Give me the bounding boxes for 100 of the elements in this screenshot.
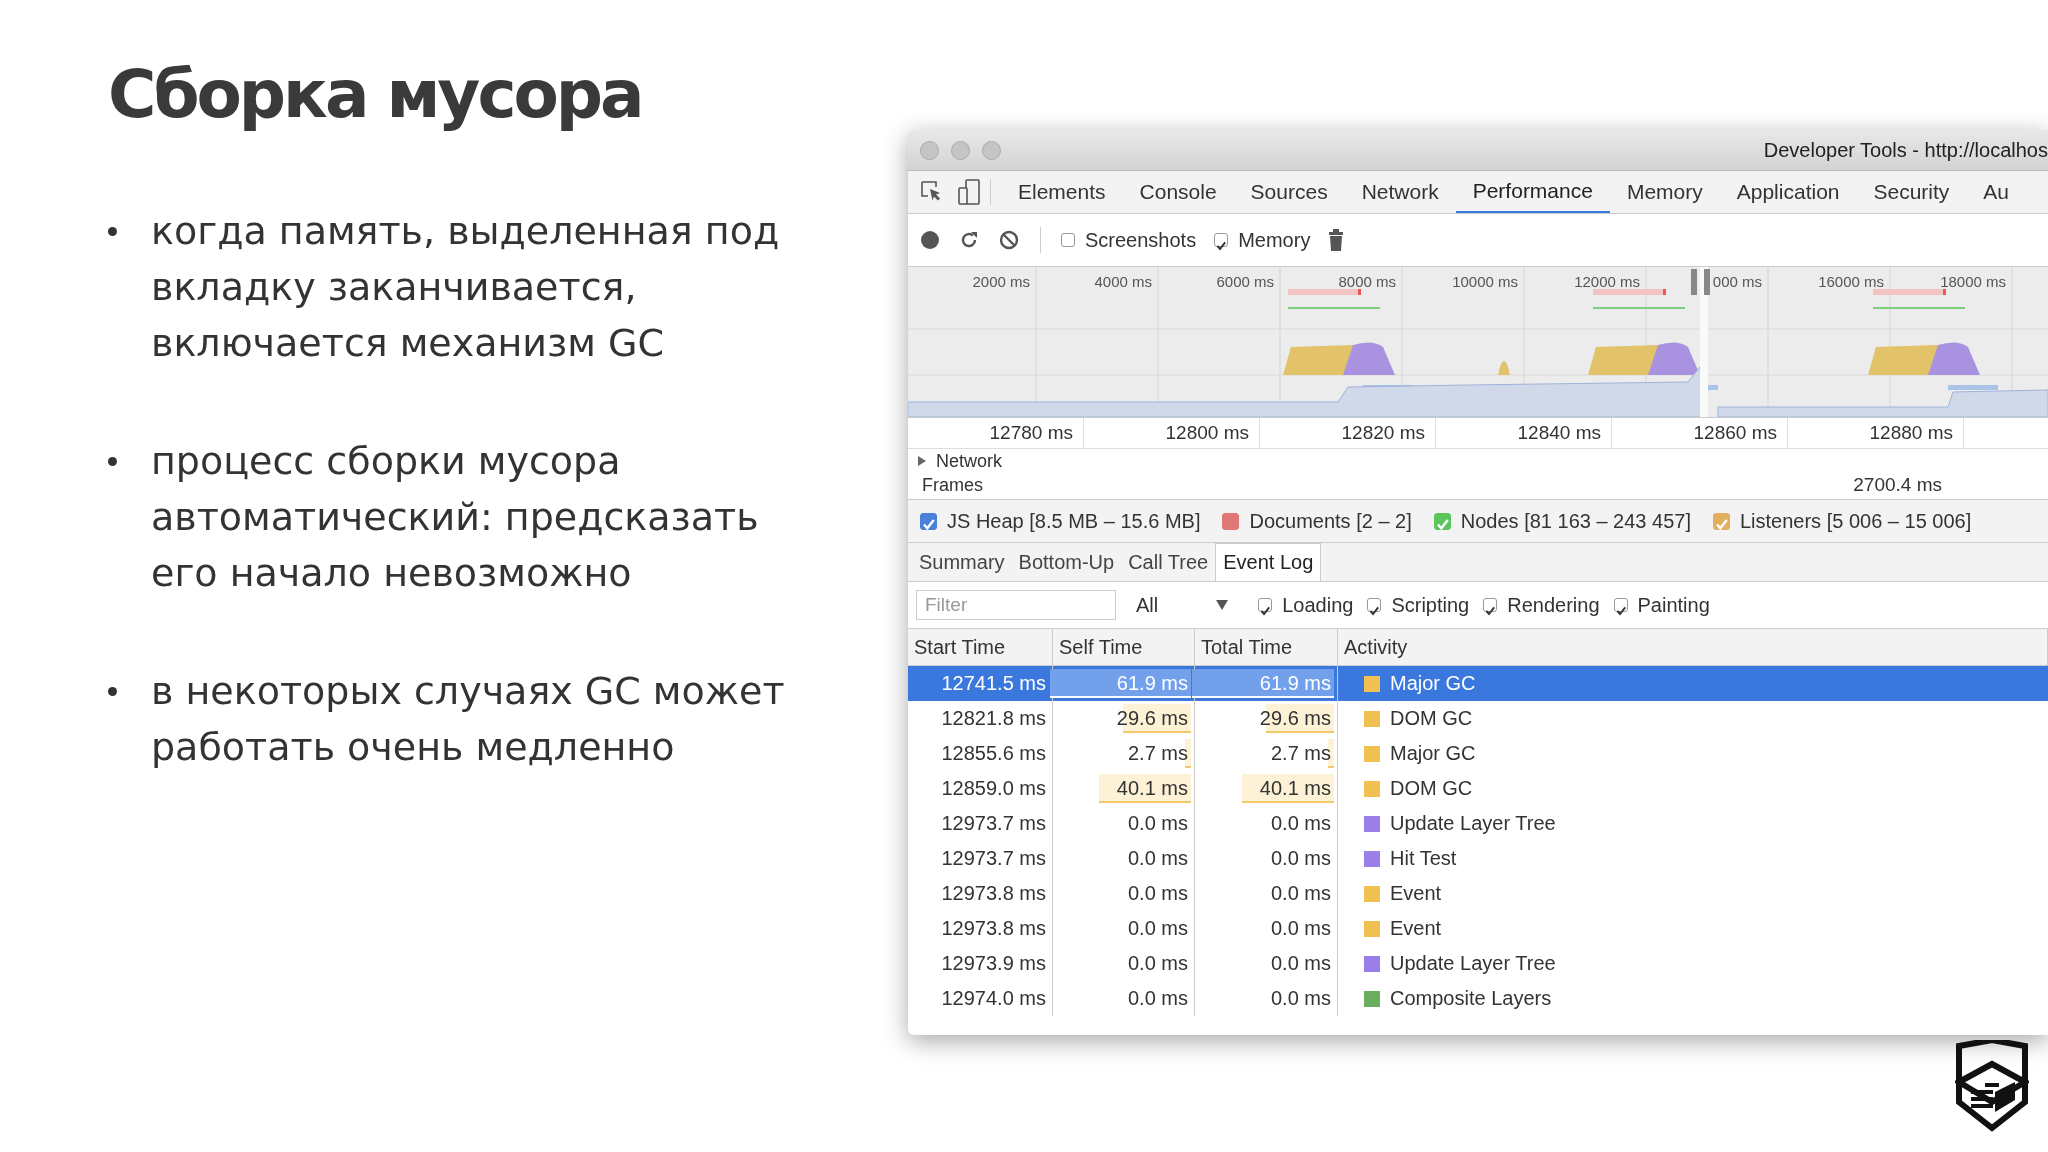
table-row[interactable]: 12973.7 ms 0.0 ms 0.0 ms Update Layer Tree: [908, 806, 2048, 841]
time-tick-label: 12860 ms: [1612, 418, 1788, 448]
panel-tab[interactable]: Application: [1719, 171, 1857, 213]
bullet-icon: [108, 687, 117, 696]
table-cell: 0.0 ms: [1270, 882, 1331, 905]
time-tick-label: 10000 ms: [1452, 273, 1518, 290]
time-tick-label: 18000 ms: [1940, 273, 2006, 290]
table-cell: Hit Test: [1390, 847, 1457, 870]
time-tick-label: 8000 ms: [1338, 273, 1396, 290]
table-cell: DOM GC: [1390, 777, 1473, 800]
bullet-icon: [108, 457, 117, 466]
level-select[interactable]: All: [1130, 593, 1235, 617]
legend-checkbox[interactable]: [1222, 512, 1240, 530]
time-tick-label: 2000 ms: [972, 273, 1030, 290]
table-cell: 0.0 ms: [1127, 952, 1188, 975]
table-cell: Update Layer Tree: [1390, 952, 1556, 975]
panel-tab[interactable]: Memory: [1609, 171, 1720, 213]
table-cell: 0.0 ms: [1270, 847, 1331, 870]
column-header[interactable]: Self Time: [1053, 629, 1195, 665]
legend-checkbox[interactable]: [1433, 512, 1451, 530]
table-cell: 12855.6 ms: [941, 742, 1046, 765]
table-cell: 40.1 ms: [1259, 777, 1331, 800]
table-cell: 12821.8 ms: [941, 707, 1046, 730]
table-row[interactable]: 12974.0 ms 0.0 ms 0.0 ms Composite Layers: [908, 981, 2048, 1016]
time-tick-label: 12000 ms: [1574, 273, 1640, 290]
frame-duration: 2700.4 ms: [1853, 474, 1942, 496]
table-cell: Event: [1390, 882, 1442, 905]
view-tab[interactable]: Event Log: [1215, 543, 1322, 581]
table-cell: 40.1 ms: [1116, 777, 1188, 800]
slide-title: Сборка мусора: [108, 56, 643, 133]
checkbox-label: Rendering: [1507, 593, 1600, 617]
panel-tab[interactable]: Sources: [1233, 171, 1345, 213]
panel-tab[interactable]: Elements: [1001, 171, 1123, 213]
table-cell: 29.6 ms: [1116, 707, 1188, 730]
time-tick-label: 4000 ms: [1094, 273, 1152, 290]
time-tick-label: 16000 ms: [1818, 273, 1884, 290]
table-cell: Event: [1390, 917, 1442, 940]
table-cell: 12973.7 ms: [941, 812, 1046, 835]
time-tick-label: 12800 ms: [1084, 418, 1260, 448]
legend-checkbox[interactable]: [920, 512, 937, 530]
filter-field[interactable]: Filter: [916, 590, 1116, 620]
clear-icon[interactable]: [998, 229, 1020, 251]
bullet-text: в некоторых случаях GC может работать очень медленно: [151, 668, 786, 771]
panel-tab[interactable]: Console: [1122, 171, 1234, 213]
device-toolbar-icon[interactable]: [958, 179, 980, 205]
table-cell: 2.7 ms: [1270, 742, 1331, 765]
panel-tab[interactable]: Network: [1344, 171, 1456, 213]
table-row[interactable]: 12855.6 ms 2.7 ms 2.7 ms Major GC: [908, 736, 2048, 771]
expand-arrow-icon[interactable]: [918, 456, 926, 466]
bullet-text: когда память, выделенная под вкладку заканчивается, включается механизм GC: [151, 208, 781, 367]
table-row[interactable]: 12973.7 ms 0.0 ms 0.0 ms Hit Test: [908, 841, 2048, 876]
checkbox[interactable]: [1061, 233, 1075, 247]
table-cell: 0.0 ms: [1270, 917, 1331, 940]
table-cell: 0.0 ms: [1127, 917, 1188, 940]
table-cell: 0.0 ms: [1270, 952, 1331, 975]
table-row[interactable]: 12741.5 ms 61.9 ms 61.9 ms Major GC: [908, 666, 2048, 701]
view-tab[interactable]: Call Tree: [1121, 543, 1216, 581]
table-row[interactable]: 12973.8 ms 0.0 ms 0.0 ms Event: [908, 876, 2048, 911]
table-cell: 2.7 ms: [1127, 742, 1188, 765]
checkbox-label: Screenshots: [1085, 228, 1197, 252]
column-header[interactable]: Activity: [1338, 629, 2048, 665]
table-row[interactable]: 12821.8 ms 29.6 ms 29.6 ms DOM GC: [908, 701, 2048, 736]
time-tick-label: 12820 ms: [1260, 418, 1436, 448]
legend-label: Nodes [81 163 – 243 457]: [1460, 509, 1691, 533]
table-cell: 61.9 ms: [1116, 672, 1188, 695]
record-button[interactable]: [920, 230, 940, 250]
legend-label: Documents [2 – 2]: [1249, 509, 1412, 533]
table-cell: 61.9 ms: [1259, 672, 1331, 695]
table-cell: Composite Layers: [1390, 987, 1552, 1010]
table-cell: 12973.7 ms: [941, 847, 1046, 870]
checkbox-label: Scripting: [1391, 593, 1470, 617]
column-header[interactable]: Total Time: [1195, 629, 1338, 665]
track-label: Network: [936, 450, 1002, 472]
time-tick-label: 12780 ms: [908, 418, 1084, 448]
table-row[interactable]: 12973.9 ms 0.0 ms 0.0 ms Update Layer Tree: [908, 946, 2048, 981]
panel-tab[interactable]: Security: [1856, 171, 1967, 213]
bullet-text: процесс сборки мусора автоматический: предсказать его начало невозможно: [151, 438, 760, 597]
checkbox-label: Loading: [1282, 593, 1354, 617]
time-tick-label: 12880 ms: [1788, 418, 1964, 448]
table-cell: DOM GC: [1390, 707, 1473, 730]
table-row[interactable]: 12973.8 ms 0.0 ms 0.0 ms Event: [908, 911, 2048, 946]
view-tab[interactable]: Summary: [912, 543, 1012, 581]
panel-tab[interactable]: Au: [1966, 171, 2027, 213]
window-title: Developer Tools - http://localhos: [1763, 138, 2048, 162]
logo-icon: [1955, 1040, 2029, 1132]
table-cell: 12741.5 ms: [941, 672, 1046, 695]
table-cell: 12973.8 ms: [941, 882, 1046, 905]
legend-checkbox[interactable]: [1712, 512, 1730, 530]
panel-tab[interactable]: Performance: [1455, 171, 1610, 213]
table-cell: 0.0 ms: [1127, 882, 1188, 905]
view-tab[interactable]: Bottom-Up: [1011, 543, 1122, 581]
table-cell: Major GC: [1390, 742, 1476, 765]
trash-icon[interactable]: [1328, 229, 1345, 251]
column-header[interactable]: Start Time: [908, 629, 1053, 665]
checkbox-label: Painting: [1637, 593, 1710, 617]
table-cell: 12973.9 ms: [941, 952, 1046, 975]
table-row[interactable]: 12859.0 ms 40.1 ms 40.1 ms DOM GC: [908, 771, 2048, 806]
legend-label: JS Heap [8.5 MB – 15.6 MB]: [947, 509, 1201, 533]
table-cell: Major GC: [1390, 672, 1476, 695]
table-cell: 12973.8 ms: [941, 917, 1046, 940]
